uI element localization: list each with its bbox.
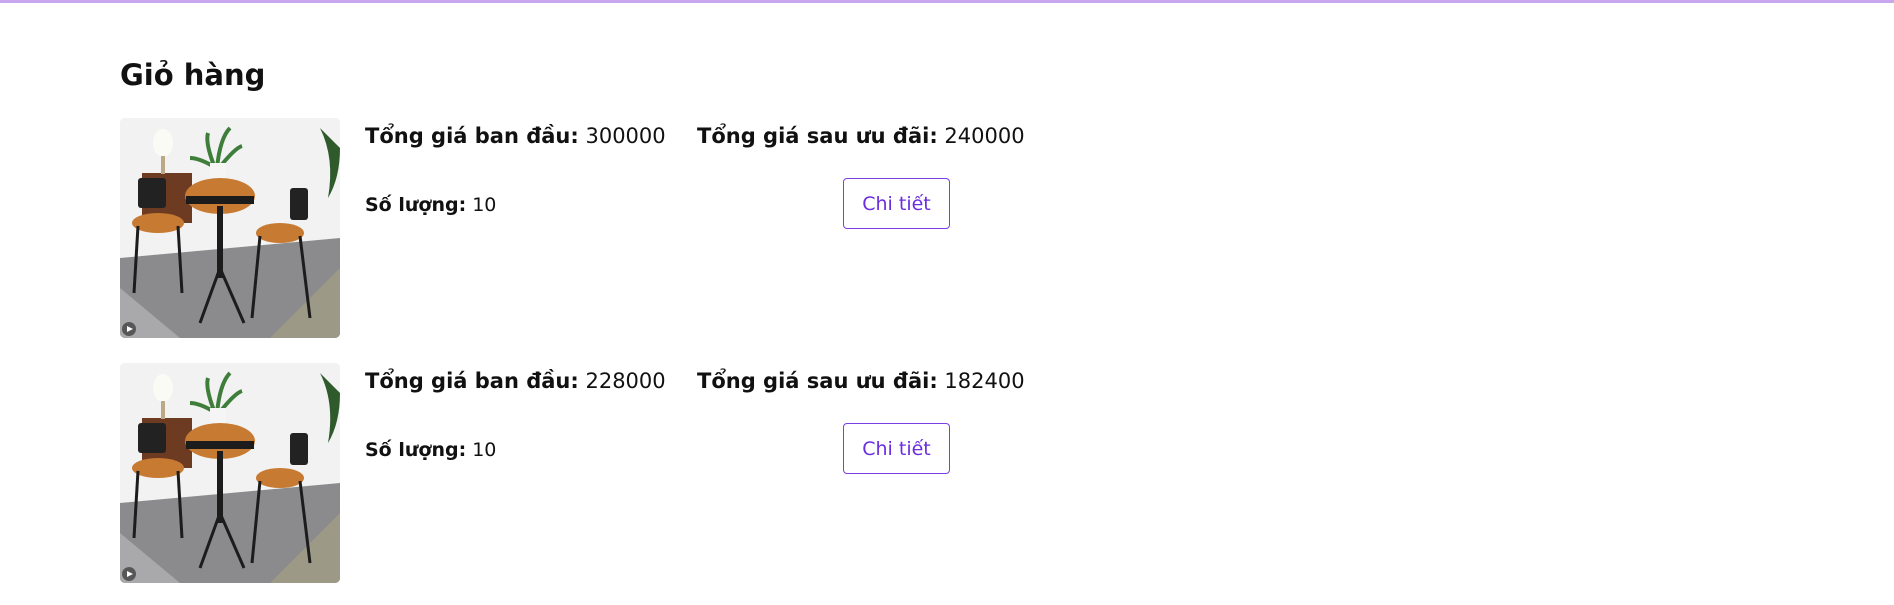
quantity-value: 10 <box>472 194 497 216</box>
original-price-value: 300000 <box>585 124 666 148</box>
original-price-label: Tổng giá ban đầu: <box>365 369 579 393</box>
detail-button[interactable]: Chi tiết <box>843 178 950 229</box>
discount-price-label: Tổng giá sau ưu đãi: <box>697 369 938 393</box>
quantity-row: Số lượng: 10 <box>365 190 496 220</box>
price-row: Tổng giá ban đầu: 228000 Tổng giá sau ưu… <box>365 365 1025 397</box>
cart-item: Tổng giá ban đầu: 228000 Tổng giá sau ưu… <box>120 363 1025 583</box>
quantity-label: Số lượng: <box>365 194 467 216</box>
cart-item-details: Tổng giá ban đầu: 300000 Tổng giá sau ưu… <box>365 118 1025 338</box>
cart-page: Giỏ hàng Tổng giá ban đầu: 300000 Tổng g… <box>120 50 1025 583</box>
cart-item-details: Tổng giá ban đầu: 228000 Tổng giá sau ưu… <box>365 363 1025 583</box>
table-chairs-photo-icon <box>120 118 340 338</box>
cart-item: Tổng giá ban đầu: 300000 Tổng giá sau ưu… <box>120 118 1025 338</box>
detail-button[interactable]: Chi tiết <box>843 423 950 474</box>
discount-price-value: 182400 <box>944 369 1025 393</box>
play-icon <box>122 322 136 336</box>
quantity-value: 10 <box>472 439 497 461</box>
page-title: Giỏ hàng <box>120 58 266 92</box>
price-row: Tổng giá ban đầu: 300000 Tổng giá sau ưu… <box>365 120 1025 152</box>
play-icon <box>122 567 136 581</box>
original-price-value: 228000 <box>585 369 666 393</box>
quantity-row: Số lượng: 10 <box>365 435 496 465</box>
table-chairs-photo-icon <box>120 363 340 583</box>
product-image[interactable] <box>120 118 340 338</box>
discount-price-label: Tổng giá sau ưu đãi: <box>697 124 938 148</box>
quantity-label: Số lượng: <box>365 439 467 461</box>
original-price-label: Tổng giá ban đầu: <box>365 124 579 148</box>
top-accent-line <box>0 0 1894 3</box>
discount-price-value: 240000 <box>944 124 1025 148</box>
product-image[interactable] <box>120 363 340 583</box>
